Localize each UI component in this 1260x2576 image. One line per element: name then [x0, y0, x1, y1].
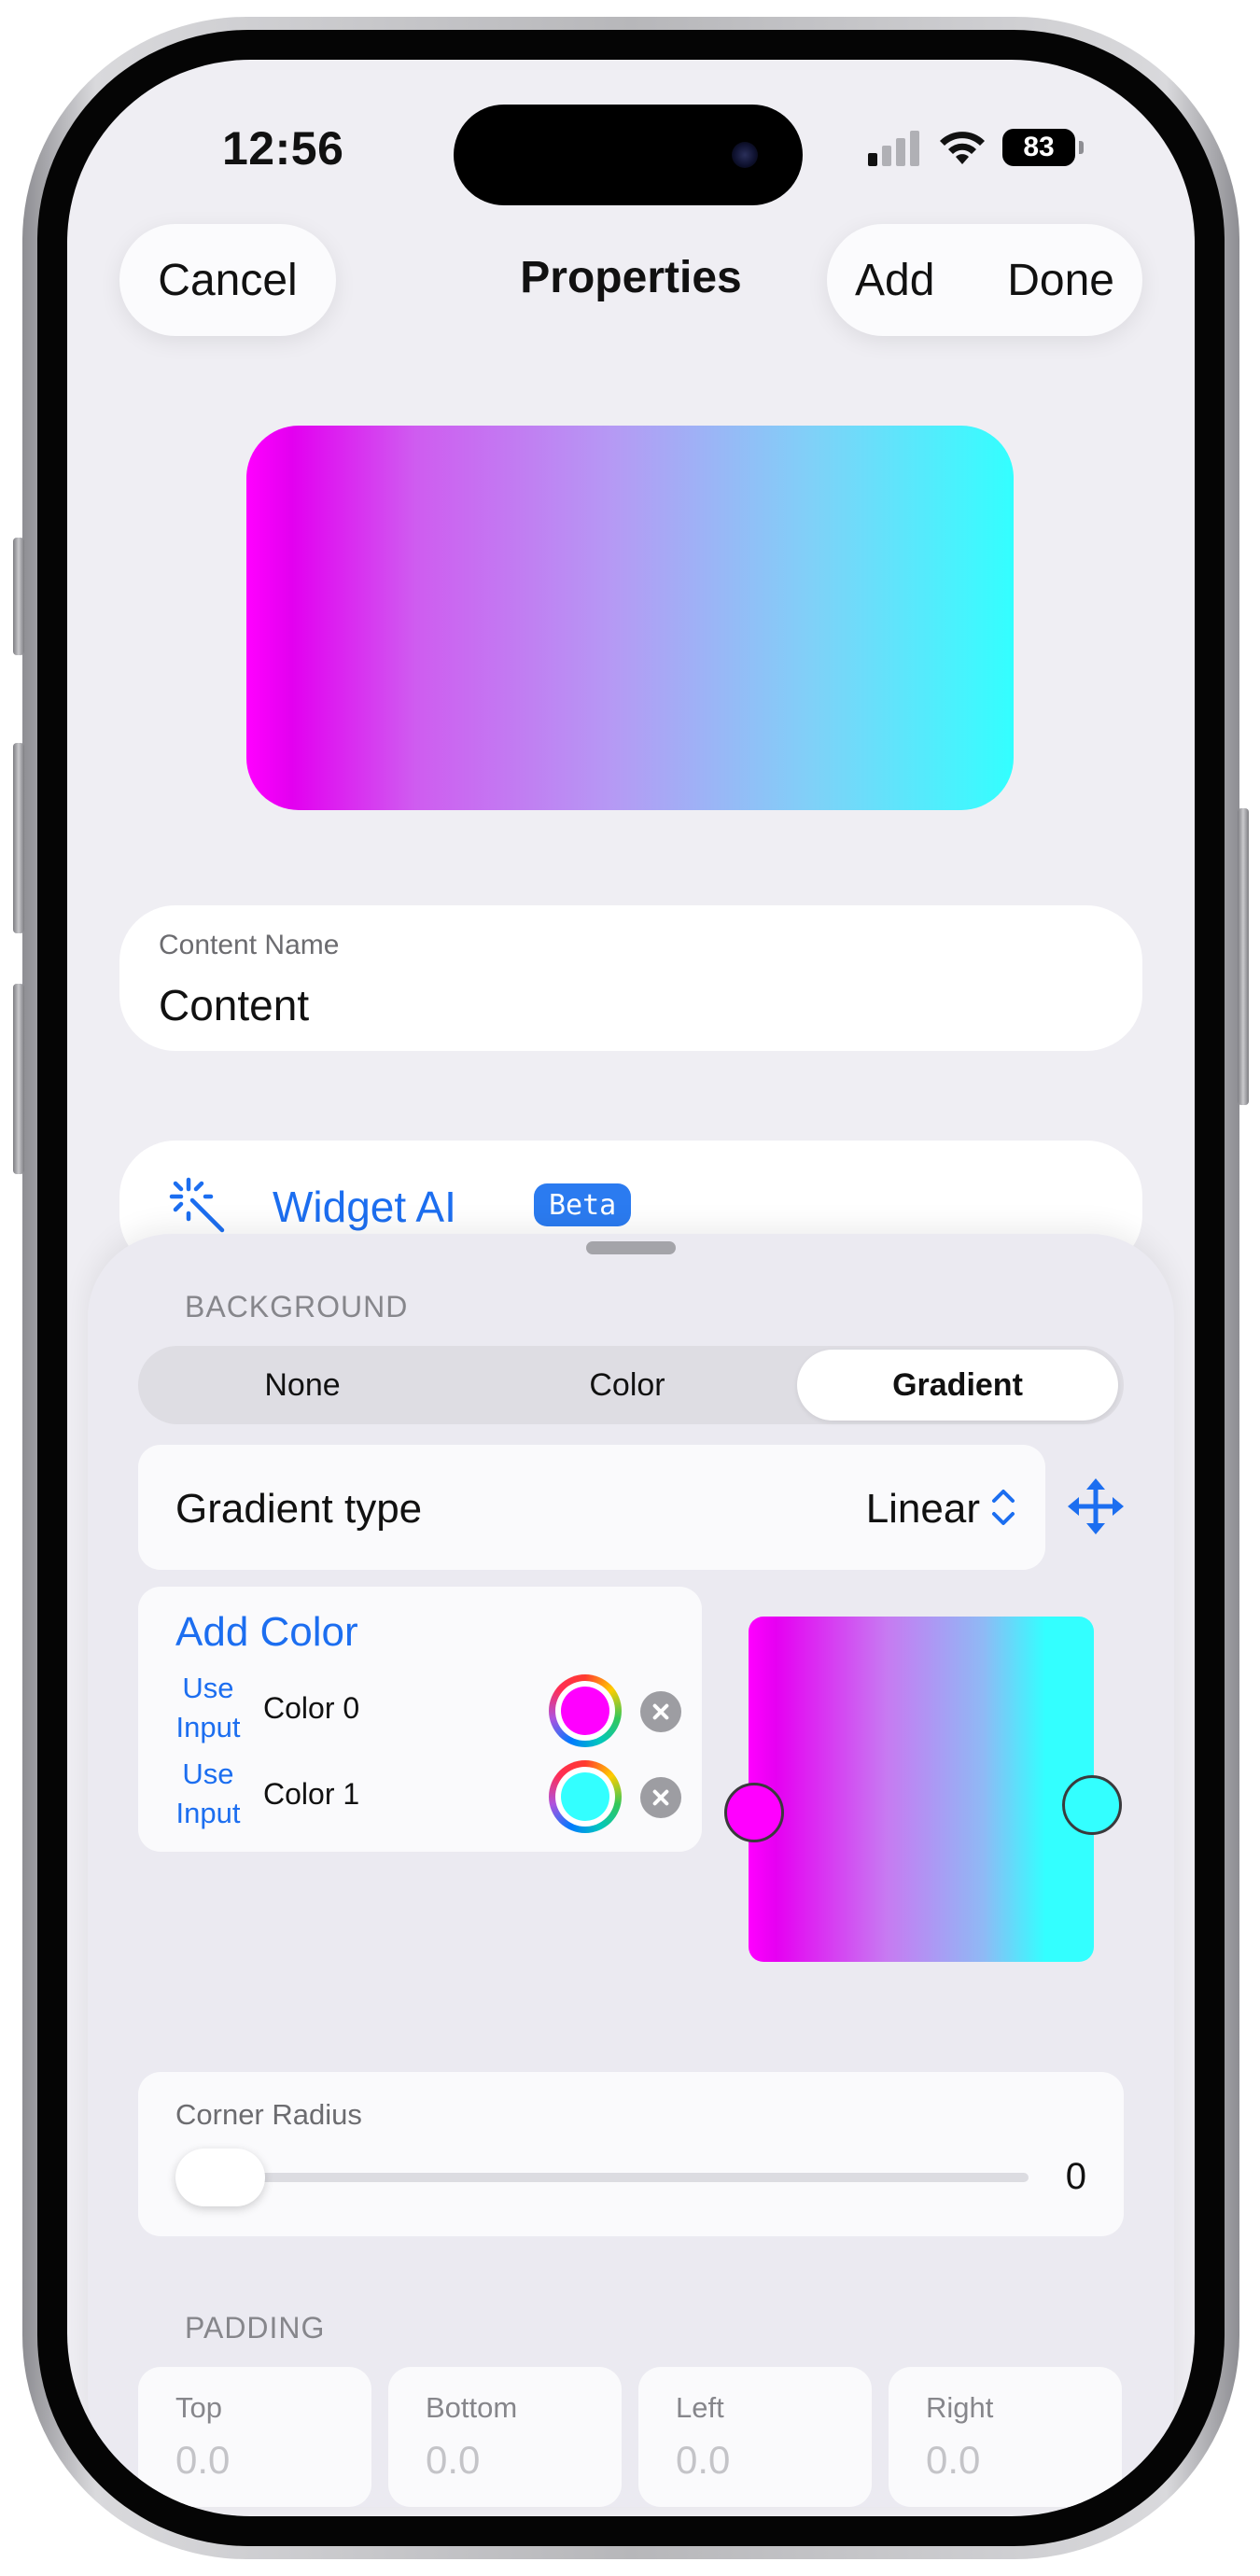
color-name: Color 0	[263, 1691, 360, 1725]
screen: 12:56 83 Cancel Properties Add Done Cont…	[67, 60, 1195, 2516]
color-swatch	[561, 1772, 609, 1821]
padding-right-input[interactable]: 0.0	[926, 2438, 980, 2483]
done-button[interactable]: Done	[1007, 255, 1114, 306]
beta-badge: Beta	[534, 1183, 632, 1226]
chevron-up-down-icon	[992, 1490, 1015, 1525]
content-name-input[interactable]: Content	[159, 980, 309, 1030]
widget-ai-label: Widget AI	[273, 1183, 456, 1231]
padding-left-input[interactable]: 0.0	[676, 2438, 730, 2483]
gradient-colors-panel: Add Color Use Input Color 0 Use Input Co…	[138, 1587, 702, 1852]
corner-radius-value: 0	[1065, 2156, 1086, 2197]
gradient-stop-handle-end[interactable]	[1062, 1775, 1122, 1835]
dynamic-island	[454, 105, 803, 205]
magic-wand-icon	[169, 1177, 225, 1233]
corner-radius-slider-track[interactable]	[187, 2173, 1029, 2182]
padding-bottom-label: Bottom	[426, 2391, 518, 2424]
add-button[interactable]: Add	[855, 255, 934, 306]
gradient-type-value: Linear	[865, 1486, 980, 1532]
corner-radius-slider-thumb[interactable]	[175, 2149, 265, 2206]
volume-down-button	[13, 984, 24, 1174]
padding-top-label: Top	[175, 2391, 222, 2424]
remove-color-button[interactable]	[640, 1691, 681, 1732]
battery-indicator: 83	[1002, 129, 1084, 166]
status-icons: 83	[868, 127, 1084, 168]
gradient-type-picker[interactable]: Gradient type Linear	[138, 1445, 1045, 1570]
padding-left-field[interactable]: Left 0.0	[638, 2367, 872, 2507]
swatch-inner	[555, 1681, 615, 1741]
widget-preview	[246, 426, 1014, 810]
corner-radius-panel: Corner Radius 0	[138, 2072, 1124, 2236]
action-button	[13, 538, 24, 655]
front-camera-icon	[732, 142, 758, 168]
use-input-button[interactable]: Use Input	[166, 1755, 250, 1833]
volume-up-button	[13, 743, 24, 933]
background-type-segmented-control: None Color Gradient	[138, 1346, 1124, 1424]
padding-top-field[interactable]: Top 0.0	[138, 2367, 371, 2507]
sheet-grabber[interactable]	[586, 1241, 676, 1254]
properties-sheet: BACKGROUND None Color Gradient Gradient …	[88, 1234, 1174, 2507]
swatch-inner	[555, 1767, 615, 1827]
status-time: 12:56	[222, 122, 344, 175]
segment-gradient[interactable]: Gradient	[797, 1350, 1118, 1421]
use-input-line2: Input	[175, 1711, 241, 1743]
move-arrows-icon[interactable]	[1068, 1478, 1124, 1534]
padding-top-input[interactable]: 0.0	[175, 2438, 230, 2483]
color-swatch-picker[interactable]	[549, 1760, 622, 1833]
padding-right-field[interactable]: Right 0.0	[889, 2367, 1122, 2507]
padding-left-label: Left	[676, 2391, 724, 2424]
add-color-button[interactable]: Add Color	[175, 1609, 358, 1656]
color-swatch	[561, 1687, 609, 1735]
padding-bottom-field[interactable]: Bottom 0.0	[388, 2367, 622, 2507]
use-input-line1: Use	[182, 1672, 234, 1704]
padding-right-label: Right	[926, 2391, 994, 2424]
gradient-editor-preview	[749, 1617, 1094, 1962]
color-swatch-picker[interactable]	[549, 1674, 622, 1747]
segment-none[interactable]: None	[142, 1350, 463, 1421]
gradient-type-label: Gradient type	[175, 1486, 423, 1532]
cellular-signal-icon	[868, 131, 919, 166]
use-input-line1: Use	[182, 1757, 234, 1790]
use-input-line2: Input	[175, 1797, 241, 1829]
background-section-label: BACKGROUND	[185, 1290, 409, 1323]
padding-bottom-input[interactable]: 0.0	[426, 2438, 480, 2483]
use-input-button[interactable]: Use Input	[166, 1669, 250, 1747]
content-name-label: Content Name	[159, 930, 340, 960]
segment-color[interactable]: Color	[467, 1350, 788, 1421]
color-name: Color 1	[263, 1777, 360, 1811]
color-row: Use Input Color 1	[138, 1755, 702, 1839]
nav-actions: Add Done	[827, 224, 1142, 336]
corner-radius-label: Corner Radius	[175, 2098, 362, 2131]
color-row: Use Input Color 0	[138, 1669, 702, 1753]
gradient-stop-handle-start[interactable]	[724, 1783, 784, 1842]
content-name-field[interactable]: Content Name Content	[119, 905, 1142, 1051]
remove-color-button[interactable]	[640, 1777, 681, 1818]
padding-section-label: PADDING	[185, 2311, 326, 2345]
wifi-icon	[940, 132, 985, 164]
power-button	[1238, 808, 1249, 1105]
